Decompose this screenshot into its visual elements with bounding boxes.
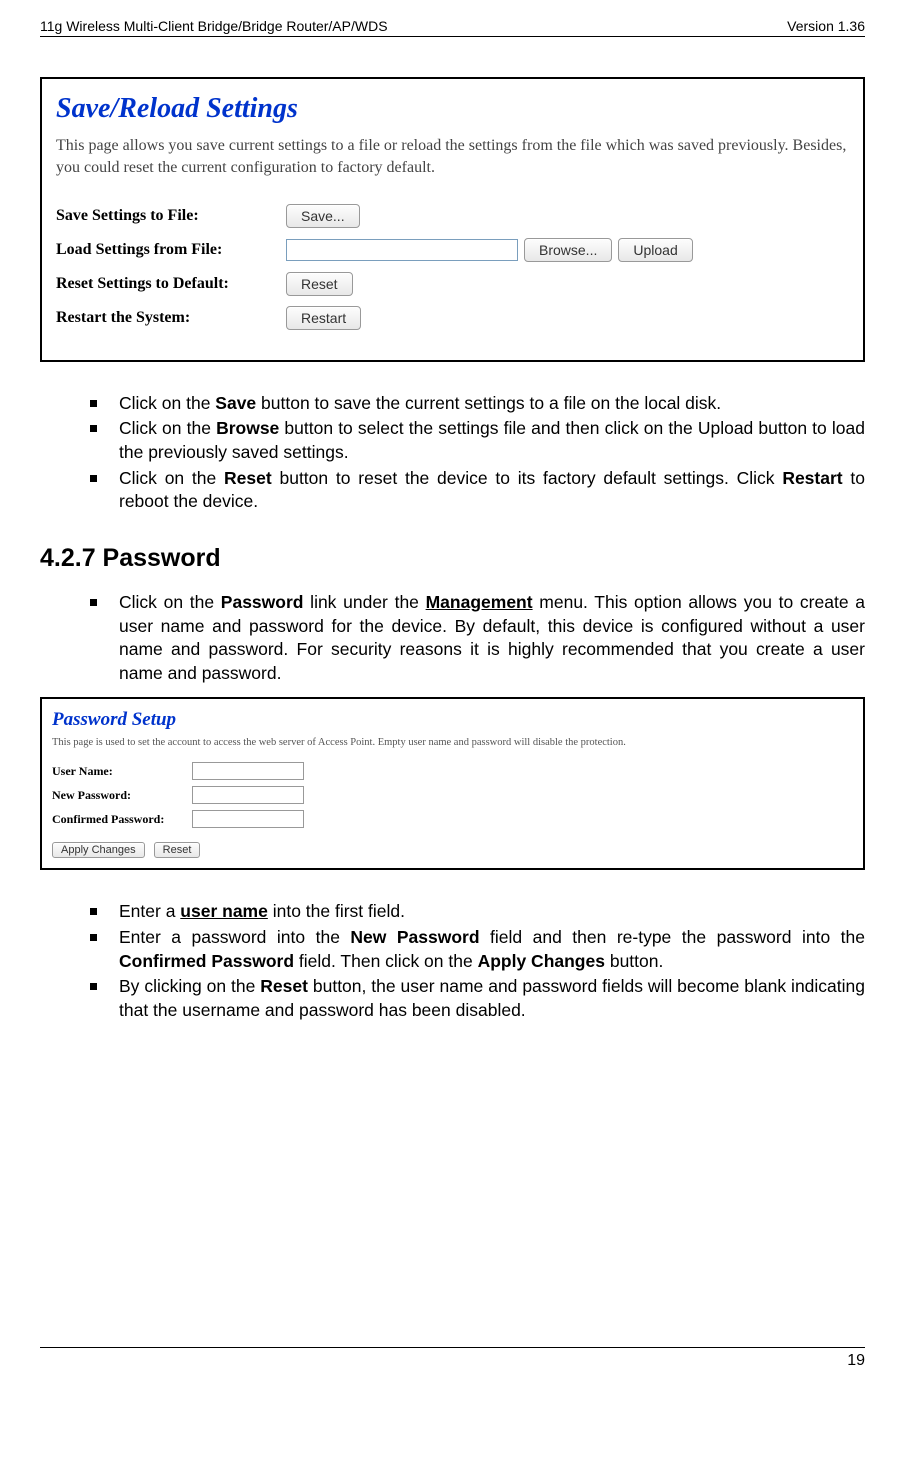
list-item: Click on the Password link under the Man… (90, 591, 865, 686)
text: Enter a password into the (119, 927, 350, 947)
text: button to reset the device to its factor… (272, 468, 783, 488)
text: Enter a (119, 901, 180, 921)
bullet-text: Click on the Save button to save the cur… (119, 392, 865, 416)
text-bold: Restart (782, 468, 842, 488)
list-item: Enter a password into the New Password f… (90, 926, 865, 973)
section-heading-password: 4.2.7 Password (40, 544, 865, 573)
upload-button[interactable]: Upload (618, 238, 692, 262)
screenshot2-title: Password Setup (52, 709, 853, 731)
list-item: Click on the Reset button to reset the d… (90, 467, 865, 514)
bullets-block-3: Enter a user name into the first field. … (40, 900, 865, 1022)
bullet-text: Click on the Browse button to select the… (119, 417, 865, 464)
text-bold: Reset (260, 976, 308, 996)
bullet-text: Enter a password into the New Password f… (119, 926, 865, 973)
label-reset-default: Reset Settings to Default: (56, 275, 286, 293)
page-header: 11g Wireless Multi-Client Bridge/Bridge … (40, 18, 865, 37)
bullet-icon (90, 400, 97, 407)
text: Click on the (119, 468, 224, 488)
text: field. Then click on the (294, 951, 478, 971)
text-bold: Browse (216, 418, 279, 438)
bullets-block-1: Click on the Save button to save the cur… (40, 392, 865, 514)
text: Click on the (119, 592, 221, 612)
bullet-text: By clicking on the Reset button, the use… (119, 975, 865, 1022)
row-username: User Name: (52, 762, 853, 780)
text-bold-underline: user name (180, 901, 268, 921)
username-input[interactable] (192, 762, 304, 780)
text: into the first field. (268, 901, 405, 921)
text: field and then re-type the password into… (480, 927, 865, 947)
text-bold: Save (215, 393, 256, 413)
bullet-icon (90, 908, 97, 915)
header-left: 11g Wireless Multi-Client Bridge/Bridge … (40, 18, 388, 34)
label-restart: Restart the System: (56, 309, 286, 327)
row-load: Load Settings from File: Browse... Uploa… (56, 238, 849, 262)
page-footer: 19 (40, 1347, 865, 1370)
row-reset: Reset Settings to Default: Reset (56, 272, 849, 296)
text-bold: Confirmed Password (119, 951, 294, 971)
text-bold: New Password (350, 927, 479, 947)
row-new-password: New Password: (52, 786, 853, 804)
load-file-input[interactable] (286, 239, 518, 261)
row-save: Save Settings to File: Save... (56, 204, 849, 228)
bullet-icon (90, 599, 97, 606)
label-new-password: New Password: (52, 788, 192, 803)
bullet-text: Enter a user name into the first field. (119, 900, 865, 924)
restart-button[interactable]: Restart (286, 306, 361, 330)
text: button. (605, 951, 663, 971)
text: By clicking on the (119, 976, 260, 996)
bullet-icon (90, 475, 97, 482)
confirmed-password-input[interactable] (192, 810, 304, 828)
browse-button[interactable]: Browse... (524, 238, 612, 262)
text: Click on the (119, 393, 215, 413)
text: link under the (303, 592, 425, 612)
row-restart: Restart the System: Restart (56, 306, 849, 330)
bullet-icon (90, 934, 97, 941)
label-username: User Name: (52, 764, 192, 779)
text: button to save the current settings to a… (256, 393, 721, 413)
text: Click on the (119, 418, 216, 438)
bullet-icon (90, 425, 97, 432)
header-right: Version 1.36 (787, 18, 865, 34)
text-bold: Apply Changes (478, 951, 605, 971)
list-item: Enter a user name into the first field. (90, 900, 865, 924)
bullet-icon (90, 983, 97, 990)
label-save-to-file: Save Settings to File: (56, 207, 286, 225)
text-bold-underline: Management (426, 592, 533, 612)
bullet-text: Click on the Password link under the Man… (119, 591, 865, 686)
screenshot2-subtitle: This page is used to set the account to … (52, 737, 853, 748)
reset-password-button[interactable]: Reset (154, 842, 201, 858)
save-button[interactable]: Save... (286, 204, 360, 228)
password-setup-screenshot: Password Setup This page is used to set … (40, 697, 865, 870)
text-bold: Reset (224, 468, 272, 488)
row-confirmed-password: Confirmed Password: (52, 810, 853, 828)
screenshot1-subtitle: This page allows you save current settin… (56, 135, 849, 180)
label-load-from-file: Load Settings from File: (56, 241, 286, 259)
list-item: Click on the Browse button to select the… (90, 417, 865, 464)
apply-changes-button[interactable]: Apply Changes (52, 842, 145, 858)
new-password-input[interactable] (192, 786, 304, 804)
text-bold: Password (221, 592, 304, 612)
reset-button[interactable]: Reset (286, 272, 353, 296)
label-confirmed-password: Confirmed Password: (52, 812, 192, 827)
page-number: 19 (847, 1352, 865, 1369)
bullets-block-2: Click on the Password link under the Man… (40, 591, 865, 686)
screenshot1-title: Save/Reload Settings (56, 93, 849, 125)
list-item: Click on the Save button to save the cur… (90, 392, 865, 416)
list-item: By clicking on the Reset button, the use… (90, 975, 865, 1022)
save-reload-screenshot: Save/Reload Settings This page allows yo… (40, 77, 865, 362)
bullet-text: Click on the Reset button to reset the d… (119, 467, 865, 514)
